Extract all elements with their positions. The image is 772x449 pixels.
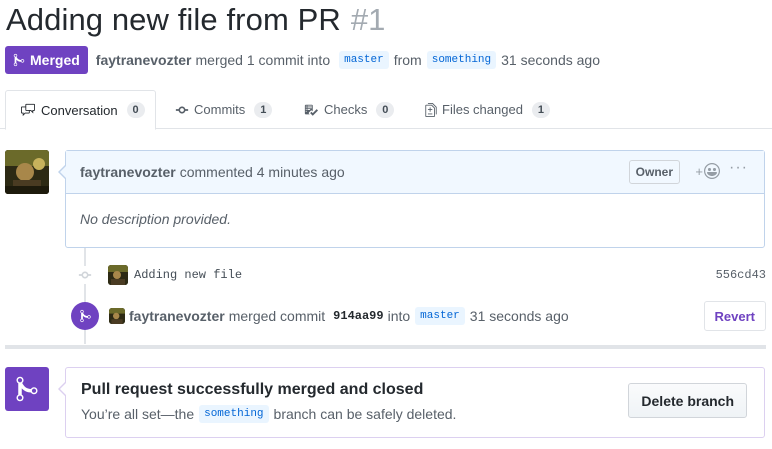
merge-time: 31 seconds ago [501,52,600,68]
git-commit-icon [175,106,189,113]
merge-status-description: You’re all set—the something branch can … [81,405,456,423]
pr-tabs: Conversation 0 Commits 1 Checks 0 Files … [0,90,772,130]
commit-sha-link[interactable]: 556cd43 [716,268,766,282]
git-merge-icon [5,367,49,411]
tab-checks-label: Checks [324,102,368,117]
pr-meta: Merged faytranevozter merged 1 commit in… [5,46,600,74]
comment-discussion-icon [21,103,35,117]
smiley-icon [704,163,720,179]
merge-desc-prefix: You’re all set—the [81,406,195,422]
merge-event-action: merged commit [228,308,326,324]
kebab-horizontal-icon[interactable]: ··· [729,159,748,177]
tab-files-count: 1 [531,101,550,118]
deletable-branch[interactable]: something [199,405,269,423]
tab-files-changed[interactable]: Files changed 1 [425,90,550,129]
avatar-image [5,150,49,194]
git-merge-icon [71,302,99,330]
tab-checks-count: 0 [376,101,395,118]
git-commit-icon [76,266,94,284]
timeline-divider [5,345,766,349]
merge-summary: merged 1 commit into [195,52,331,68]
comment-body: No description provided. [80,211,231,227]
comment-author-avatar[interactable] [5,150,49,194]
comment-author-link[interactable]: faytranevozter [80,164,176,180]
tab-conversation-count: 0 [126,102,145,118]
owner-badge: Owner [628,160,680,184]
pr-title-row: Adding new file from PR #1 [6,2,385,42]
pr-author-link[interactable]: faytranevozter [96,52,192,68]
plus-icon: + [695,163,703,179]
merge-event-time: 31 seconds ago [469,308,569,324]
tab-commits-count: 1 [254,101,273,118]
merge-event: faytranevozter merged commit 914aa99 int… [71,300,766,332]
tab-commits[interactable]: Commits 1 [175,90,273,129]
revert-button[interactable]: Revert [703,301,766,331]
merge-target-branch[interactable]: master [415,307,465,325]
merge-commit-sha[interactable]: 914aa99 [333,309,383,323]
merge-desc-suffix: branch can be safely deleted. [273,406,457,422]
checklist-icon [304,104,318,116]
file-diff-icon [425,102,437,117]
commit-author-avatar[interactable] [108,265,128,285]
pr-description-comment: faytranevozter commented 4 minutes ago O… [58,150,765,248]
base-branch[interactable]: master [339,51,389,69]
commit-item: Adding new file 556cd43 [76,264,766,286]
head-branch[interactable]: something [426,51,497,69]
tab-checks[interactable]: Checks 0 [303,90,395,129]
merger-avatar[interactable] [109,308,125,324]
tab-files-label: Files changed [442,102,523,117]
delete-branch-button[interactable]: Delete branch [628,383,747,418]
git-merge-icon [13,53,25,67]
state-badge: Merged [5,46,88,74]
into-label: into [387,308,411,324]
add-reaction-button[interactable]: + [695,163,720,179]
merger-author-link[interactable]: faytranevozter [129,308,225,324]
pr-number: #1 [350,2,386,37]
from-label: from [393,52,422,68]
merge-status-box: Pull request successfully merged and clo… [58,367,765,438]
comment-timestamp: commented 4 minutes ago [179,164,345,180]
tab-conversation[interactable]: Conversation 0 [5,90,156,130]
tab-commits-label: Commits [194,102,246,117]
tab-conversation-label: Conversation [41,102,118,118]
pr-title: Adding new file from PR [6,2,341,37]
state-label: Merged [30,52,80,68]
merge-status-title: Pull request successfully merged and clo… [81,381,424,398]
commit-message-link[interactable]: Adding new file [134,268,242,282]
